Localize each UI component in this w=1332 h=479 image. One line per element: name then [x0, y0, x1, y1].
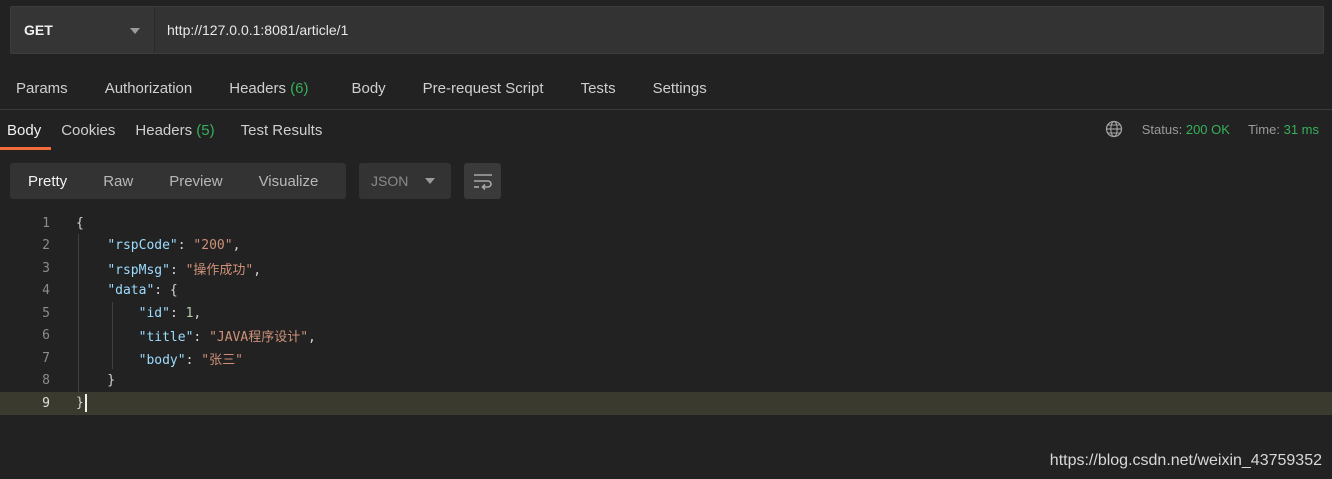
- code-line: 2 "rspCode": "200",: [0, 235, 1332, 258]
- tab-response-headers[interactable]: Headers (5): [135, 112, 214, 150]
- code-text: "data": {: [107, 283, 178, 299]
- json-key: "rspMsg": [107, 262, 170, 278]
- code-line: 5 "id": 1,: [0, 302, 1332, 325]
- globe-icon[interactable]: [1105, 120, 1123, 138]
- format-select[interactable]: JSON: [359, 163, 451, 199]
- line-number: 1: [42, 215, 50, 231]
- code-line: 7 "body": "张三": [0, 347, 1332, 370]
- code-text: "rspMsg": "操作成功",: [107, 262, 262, 278]
- wrap-lines-icon: [473, 174, 492, 190]
- tab-body-label: Body: [351, 80, 386, 97]
- tab-response-body[interactable]: Body: [0, 112, 52, 150]
- code-line: 4 "data": {: [0, 280, 1332, 303]
- code-line-current: 9}: [0, 392, 1332, 415]
- tab-response-headers-label: Headers: [135, 122, 193, 139]
- tab-headers[interactable]: Headers (6): [229, 70, 308, 108]
- code-text: "rspCode": "200",: [107, 238, 241, 254]
- preview-button[interactable]: Preview: [151, 173, 240, 190]
- tab-settings[interactable]: Settings: [653, 70, 707, 108]
- text-cursor: [84, 394, 87, 413]
- json-key: "rspCode": [107, 238, 178, 254]
- tab-params[interactable]: Params: [16, 70, 68, 108]
- code-text: }: [76, 373, 116, 389]
- request-url-bar: GET http://127.0.0.1:8081/article/1: [10, 6, 1324, 54]
- tab-headers-label: Headers: [229, 80, 286, 97]
- line-number: 7: [42, 350, 50, 366]
- response-body-editor[interactable]: 1{ 2 "rspCode": "200", 3 "rspMsg": "操作成功…: [0, 212, 1332, 415]
- code-line: 1{: [0, 212, 1332, 235]
- request-tabs: Params Authorization Headers (6) Body Pr…: [0, 70, 744, 108]
- code-text: {: [76, 215, 84, 231]
- line-number: 5: [42, 305, 50, 321]
- watermark-text: https://blog.csdn.net/weixin_43759352: [1049, 452, 1322, 469]
- url-input[interactable]: http://127.0.0.1:8081/article/1: [155, 7, 1323, 53]
- tab-tests-label: Tests: [580, 80, 616, 97]
- status-label: Status:: [1141, 121, 1183, 137]
- tab-tests[interactable]: Tests: [581, 70, 616, 108]
- format-label: JSON: [371, 173, 409, 189]
- response-status-area: Status: 200 OK Time: 31 ms: [1105, 120, 1319, 138]
- json-key: "data": [107, 283, 155, 299]
- chevron-down-icon: [425, 178, 435, 184]
- tab-cookies-label: Cookies: [61, 122, 116, 139]
- line-number: 8: [42, 373, 50, 389]
- json-key: "body": [138, 352, 186, 368]
- method-select[interactable]: GET: [11, 7, 155, 53]
- tab-body[interactable]: Body: [351, 70, 385, 108]
- json-number: 1: [185, 305, 194, 321]
- code-line: 6 "title": "JAVA程序设计",: [0, 325, 1332, 348]
- code-line: 3 "rspMsg": "操作成功",: [0, 257, 1332, 280]
- line-number: 3: [42, 260, 50, 276]
- tab-authorization-label: Authorization: [104, 80, 193, 97]
- json-string: "JAVA程序设计": [209, 330, 309, 346]
- code-text: }: [76, 394, 87, 413]
- tab-params-label: Params: [16, 80, 68, 97]
- json-key: "id": [138, 305, 170, 321]
- json-string: "操作成功": [185, 262, 254, 278]
- json-string: "200": [193, 238, 233, 254]
- json-key: "title": [138, 330, 194, 346]
- tab-prerequest-script[interactable]: Pre-request Script: [423, 70, 544, 108]
- response-headers-count-badge: (5): [196, 122, 215, 139]
- tab-authorization[interactable]: Authorization: [105, 70, 193, 108]
- tab-cookies[interactable]: Cookies: [61, 112, 115, 150]
- headers-count-badge: (6): [290, 80, 309, 97]
- line-number: 4: [42, 283, 50, 299]
- status-value: 200 OK: [1185, 121, 1230, 137]
- tab-prerequest-label: Pre-request Script: [422, 80, 544, 97]
- code-line: 8 }: [0, 370, 1332, 393]
- url-value: http://127.0.0.1:8081/article/1: [167, 22, 349, 38]
- raw-button[interactable]: Raw: [85, 173, 151, 190]
- tab-test-results[interactable]: Test Results: [241, 112, 323, 150]
- pretty-button[interactable]: Pretty: [10, 173, 85, 190]
- chevron-down-icon: [130, 28, 140, 34]
- tab-settings-label: Settings: [652, 80, 707, 97]
- tab-test-results-label: Test Results: [240, 122, 323, 139]
- response-tabs: Body Cookies Headers (5) Test Results: [0, 112, 342, 150]
- time-value: 31 ms: [1283, 121, 1319, 137]
- code-text: "body": "张三": [138, 352, 243, 368]
- json-string: "张三": [201, 352, 243, 368]
- code-text: "id": 1,: [138, 305, 202, 321]
- wrap-lines-button[interactable]: [464, 163, 501, 199]
- section-divider: [0, 109, 1332, 110]
- code-text: "title": "JAVA程序设计",: [138, 330, 316, 346]
- time-label: Time:: [1247, 121, 1280, 137]
- tab-response-body-label: Body: [7, 122, 42, 139]
- line-number: 6: [42, 328, 50, 344]
- line-number: 9: [42, 395, 50, 411]
- visualize-button[interactable]: Visualize: [241, 173, 337, 190]
- method-label: GET: [24, 22, 53, 38]
- line-number: 2: [42, 238, 50, 254]
- view-mode-group: Pretty Raw Preview Visualize: [10, 163, 346, 199]
